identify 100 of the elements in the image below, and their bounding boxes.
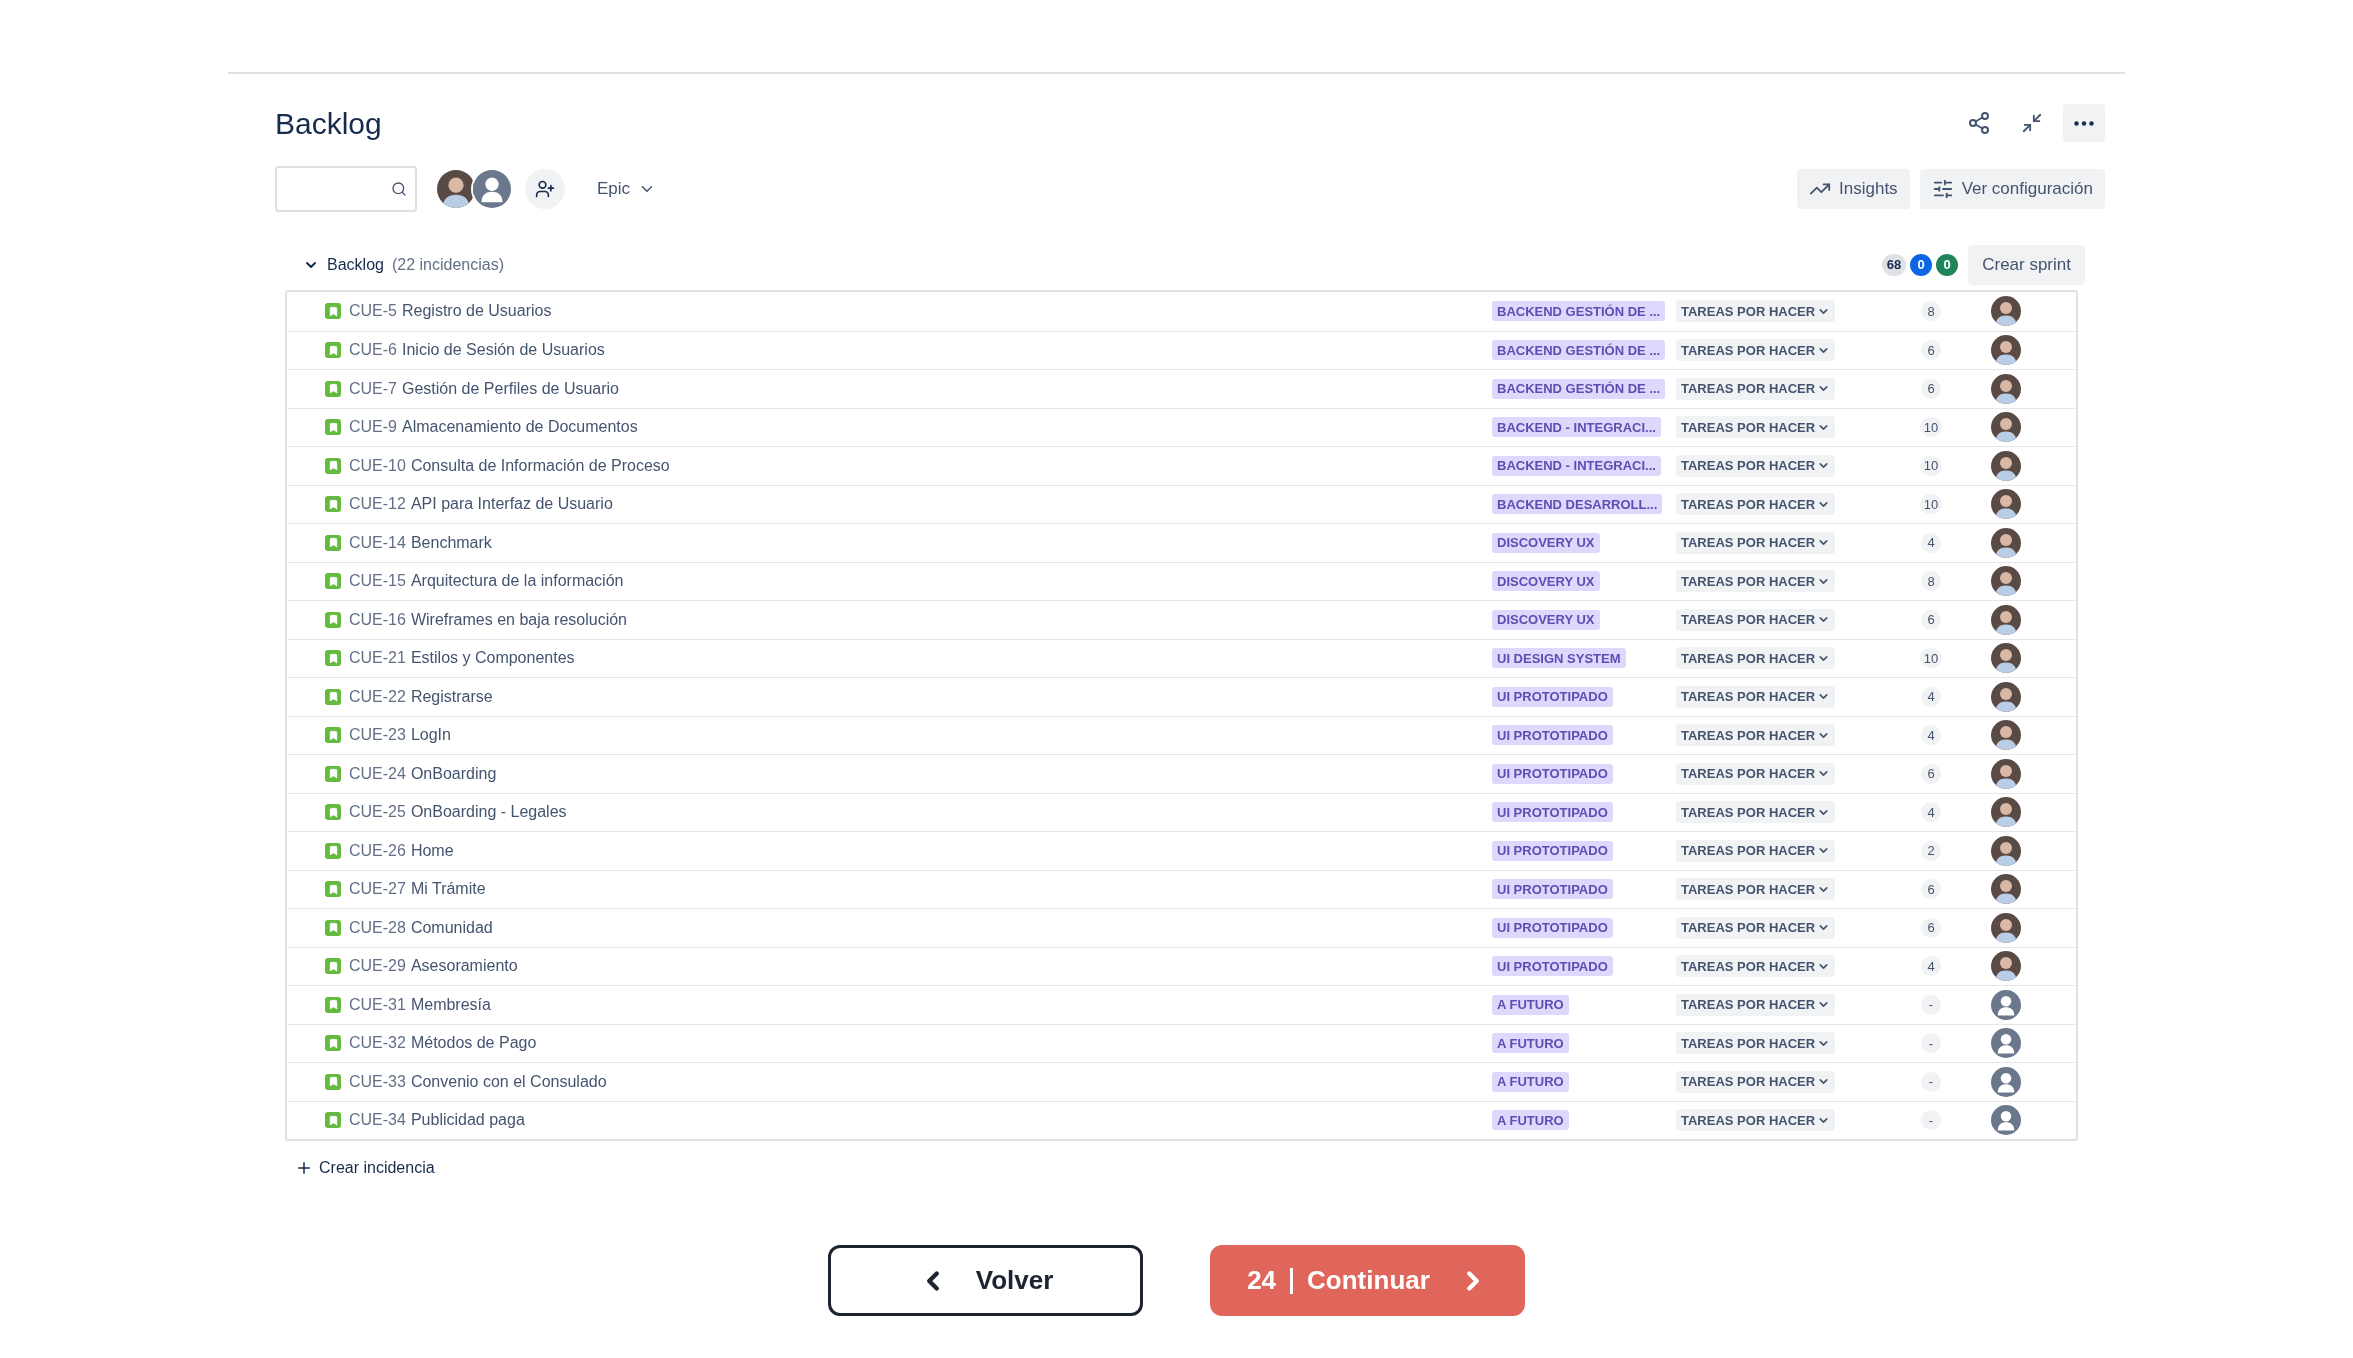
settings-button[interactable]: Ver configuración — [1919, 169, 2105, 209]
issue-key[interactable]: CUE-14 — [349, 530, 406, 555]
issue-key[interactable]: CUE-5 — [349, 299, 397, 324]
issue-row[interactable]: CUE-9 Almacenamiento de Documentos BACKEND - INTEGRACI... TAREAS POR HACER 10 — [287, 407, 2076, 446]
add-person-button[interactable] — [525, 169, 565, 209]
issue-row[interactable]: CUE-16 Wireframes en baja resolución DISCOVERY UX TAREAS POR HACER 6 — [287, 600, 2076, 639]
epic-lozenge[interactable]: UI PROTOTIPADO — [1492, 763, 1613, 784]
issue-key[interactable]: CUE-12 — [349, 492, 406, 517]
issue-row[interactable]: CUE-10 Consulta de Información de Proceso BACKEND - INTEGRACI... TAREAS POR HACER 10 — [287, 446, 2076, 485]
status-dropdown[interactable]: TAREAS POR HACER — [1676, 1032, 1836, 1055]
epic-lozenge[interactable]: UI PROTOTIPADO — [1492, 956, 1613, 977]
status-dropdown[interactable]: TAREAS POR HACER — [1676, 801, 1836, 824]
issue-row[interactable]: CUE-28 Comunidad UI PROTOTIPADO TAREAS POR HACER 6 — [287, 908, 2076, 947]
issue-key[interactable]: CUE-25 — [349, 800, 406, 825]
epic-lozenge[interactable]: UI PROTOTIPADO — [1492, 917, 1613, 938]
status-dropdown[interactable]: TAREAS POR HACER — [1676, 955, 1836, 978]
collapse-icon[interactable] — [2021, 112, 2043, 134]
epic-lozenge[interactable]: UI PROTOTIPADO — [1492, 802, 1613, 823]
status-dropdown[interactable]: TAREAS POR HACER — [1676, 531, 1836, 554]
status-dropdown[interactable]: TAREAS POR HACER — [1676, 878, 1836, 901]
status-dropdown[interactable]: TAREAS POR HACER — [1676, 1070, 1836, 1093]
issue-row[interactable]: CUE-5 Registro de Usuarios BACKEND GESTIÓN DE ... TAREAS POR HACER 8 — [287, 292, 2076, 331]
epic-lozenge[interactable]: BACKEND GESTIÓN DE ... — [1492, 301, 1666, 322]
status-dropdown[interactable]: TAREAS POR HACER — [1676, 916, 1836, 939]
issue-row[interactable]: CUE-32 Métodos de Pago A FUTURO TAREAS POR HACER - — [287, 1023, 2076, 1062]
epic-lozenge[interactable]: DISCOVERY UX — [1492, 532, 1600, 553]
status-dropdown[interactable]: TAREAS POR HACER — [1676, 300, 1836, 323]
issue-key[interactable]: CUE-24 — [349, 761, 406, 786]
issue-key[interactable]: CUE-32 — [349, 1031, 406, 1056]
issue-row[interactable]: CUE-25 OnBoarding - Legales UI PROTOTIPADO TAREAS POR HACER 4 — [287, 792, 2076, 831]
status-dropdown[interactable]: TAREAS POR HACER — [1676, 1109, 1836, 1132]
issue-row[interactable]: CUE-14 Benchmark DISCOVERY UX TAREAS POR HACER 4 — [287, 523, 2076, 562]
epic-lozenge[interactable]: UI PROTOTIPADO — [1492, 686, 1613, 707]
status-dropdown[interactable]: TAREAS POR HACER — [1676, 570, 1836, 593]
issue-key[interactable]: CUE-7 — [349, 376, 397, 401]
share-icon[interactable] — [1967, 111, 1991, 135]
issue-key[interactable]: CUE-33 — [349, 1069, 406, 1094]
issue-row[interactable]: CUE-24 OnBoarding UI PROTOTIPADO TAREAS POR HACER 6 — [287, 754, 2076, 793]
issue-key[interactable]: CUE-28 — [349, 915, 406, 940]
issue-row[interactable]: CUE-33 Convenio con el Consulado A FUTURO TAREAS POR HACER - — [287, 1062, 2076, 1101]
epic-lozenge[interactable]: A FUTURO — [1492, 1071, 1569, 1092]
create-issue-button[interactable]: Crear incidencia — [295, 1153, 435, 1183]
issue-row[interactable]: CUE-23 LogIn UI PROTOTIPADO TAREAS POR HACER 4 — [287, 715, 2076, 754]
issue-key[interactable]: CUE-26 — [349, 838, 406, 863]
status-dropdown[interactable]: TAREAS POR HACER — [1676, 724, 1836, 747]
issue-key[interactable]: CUE-10 — [349, 453, 406, 478]
issue-key[interactable]: CUE-6 — [349, 338, 397, 363]
epic-lozenge[interactable]: BACKEND DESARROLL... — [1492, 494, 1663, 515]
issue-key[interactable]: CUE-31 — [349, 992, 406, 1017]
epic-lozenge[interactable]: A FUTURO — [1492, 1110, 1569, 1131]
issue-key[interactable]: CUE-34 — [349, 1108, 406, 1133]
issue-row[interactable]: CUE-26 Home UI PROTOTIPADO TAREAS POR HACER 2 — [287, 831, 2076, 870]
issue-row[interactable]: CUE-21 Estilos y Componentes UI DESIGN SYSTEM TAREAS POR HACER 10 — [287, 638, 2076, 677]
epic-lozenge[interactable]: UI PROTOTIPADO — [1492, 879, 1613, 900]
issue-row[interactable]: CUE-29 Asesoramiento UI PROTOTIPADO TAREAS POR HACER 4 — [287, 946, 2076, 985]
issue-key[interactable]: CUE-23 — [349, 723, 406, 748]
status-dropdown[interactable]: TAREAS POR HACER — [1676, 647, 1836, 670]
search-field[interactable] — [275, 166, 417, 212]
epic-lozenge[interactable]: UI PROTOTIPADO — [1492, 840, 1613, 861]
back-button[interactable]: Volver — [828, 1245, 1143, 1316]
status-dropdown[interactable]: TAREAS POR HACER — [1676, 454, 1836, 477]
epic-lozenge[interactable]: BACKEND GESTIÓN DE ... — [1492, 340, 1666, 361]
status-dropdown[interactable]: TAREAS POR HACER — [1676, 493, 1836, 516]
issue-key[interactable]: CUE-16 — [349, 607, 406, 632]
status-dropdown[interactable]: TAREAS POR HACER — [1676, 762, 1836, 785]
more-button[interactable] — [2063, 104, 2105, 142]
status-dropdown[interactable]: TAREAS POR HACER — [1676, 608, 1836, 631]
epic-lozenge[interactable]: BACKEND - INTEGRACI... — [1492, 455, 1661, 476]
epic-lozenge[interactable]: DISCOVERY UX — [1492, 571, 1600, 592]
status-dropdown[interactable]: TAREAS POR HACER — [1676, 339, 1836, 362]
status-dropdown[interactable]: TAREAS POR HACER — [1676, 839, 1836, 862]
issue-row[interactable]: CUE-27 Mi Trámite UI PROTOTIPADO TAREAS POR HACER 6 — [287, 869, 2076, 908]
issue-key[interactable]: CUE-27 — [349, 877, 406, 902]
issue-key[interactable]: CUE-22 — [349, 684, 406, 709]
create-sprint-button[interactable]: Crear sprint — [1968, 245, 2085, 285]
status-dropdown[interactable]: TAREAS POR HACER — [1676, 993, 1836, 1016]
epic-lozenge[interactable]: UI PROTOTIPADO — [1492, 725, 1613, 746]
issue-row[interactable]: CUE-15 Arquitectura de la información DISCOVERY UX TAREAS POR HACER 8 — [287, 561, 2076, 600]
epic-lozenge[interactable]: UI DESIGN SYSTEM — [1492, 648, 1626, 669]
epic-lozenge[interactable]: A FUTURO — [1492, 994, 1569, 1015]
epic-lozenge[interactable]: BACKEND - INTEGRACI... — [1492, 417, 1661, 438]
epic-lozenge[interactable]: BACKEND GESTIÓN DE ... — [1492, 378, 1666, 399]
status-dropdown[interactable]: TAREAS POR HACER — [1676, 685, 1836, 708]
issue-row[interactable]: CUE-34 Publicidad paga A FUTURO TAREAS POR HACER - — [287, 1100, 2076, 1139]
issue-key[interactable]: CUE-29 — [349, 954, 406, 979]
issue-row[interactable]: CUE-31 Membresía A FUTURO TAREAS POR HACER - — [287, 985, 2076, 1024]
story-points-badge: - — [1921, 1071, 1941, 1092]
epic-lozenge[interactable]: A FUTURO — [1492, 1033, 1569, 1054]
issue-row[interactable]: CUE-6 Inicio de Sesión de Usuarios BACKEND GESTIÓN DE ... TAREAS POR HACER 6 — [287, 330, 2076, 369]
epic-filter-dropdown[interactable]: Epic — [585, 169, 669, 209]
status-dropdown[interactable]: TAREAS POR HACER — [1676, 377, 1836, 400]
status-dropdown[interactable]: TAREAS POR HACER — [1676, 416, 1836, 439]
issue-key[interactable]: CUE-9 — [349, 415, 397, 440]
issue-key[interactable]: CUE-15 — [349, 569, 406, 594]
issue-row[interactable]: CUE-12 API para Interfaz de Usuario BACKEND DESARROLL... TAREAS POR HACER 10 — [287, 484, 2076, 523]
insights-button[interactable]: Insights — [1797, 169, 1910, 209]
issue-row[interactable]: CUE-22 Registrarse UI PROTOTIPADO TAREAS POR HACER 4 — [287, 677, 2076, 716]
issue-row[interactable]: CUE-7 Gestión de Perfiles de Usuario BACKEND GESTIÓN DE ... TAREAS POR HACER 6 — [287, 369, 2076, 408]
issue-key[interactable]: CUE-21 — [349, 646, 406, 671]
epic-lozenge[interactable]: DISCOVERY UX — [1492, 609, 1600, 630]
